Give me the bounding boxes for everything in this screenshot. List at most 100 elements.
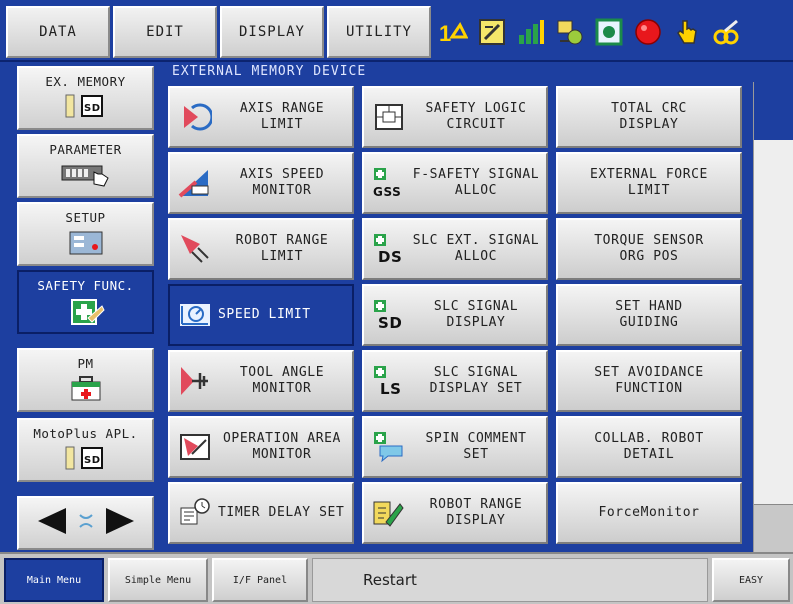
motoplus-apl-button[interactable]: MotoPlus APL. SD	[17, 418, 154, 482]
sd-text: SD	[84, 103, 101, 114]
right-strip	[753, 82, 793, 552]
sd-card-icon: SD	[64, 94, 108, 121]
axis-speed-monitor-label: AXIS SPEED MONITOR	[239, 167, 325, 198]
arrow-right-icon[interactable]	[104, 506, 138, 540]
slc-ext-signal-alloc-label: SLC EXT. SIGNAL ALLOC	[412, 233, 540, 264]
simple-menu-button[interactable]: Simple Menu	[108, 558, 208, 602]
panel-title: EXTERNAL MEMORY DEVICE	[160, 62, 793, 82]
external-force-limit-label: EXTERNAL FORCE LIMIT	[590, 167, 708, 198]
tool-angle-monitor-button[interactable]: TOOL ANGLE MONITOR	[168, 350, 354, 412]
parameter-label: PARAMETER	[49, 142, 122, 157]
robot-range-display-label: ROBOT RANGE DISPLAY	[429, 497, 523, 528]
robot-range-display-icon	[372, 496, 406, 530]
sd-card-icon: SD	[64, 446, 108, 473]
tool-angle-icon	[178, 364, 212, 398]
first-aid-kit-icon	[66, 376, 106, 405]
play-mode-icon[interactable]	[594, 17, 624, 47]
set-hand-guiding-button[interactable]: SET HAND GUIDING	[556, 284, 742, 346]
total-crc-display-button[interactable]: TOTAL CRC DISPLAY	[556, 86, 742, 148]
left-navigation: EX. MEMORY SD PARAMETER SETUP SAFETY FUN…	[0, 62, 160, 552]
safety-logic-icon	[372, 100, 406, 134]
spin-comment-set-button[interactable]: SPIN COMMENT SET	[362, 416, 548, 478]
sd-signal-icon: SD	[372, 298, 406, 332]
arrow-left-icon[interactable]	[34, 506, 68, 540]
edit-menu-button[interactable]: EDIT	[113, 6, 217, 58]
parameter-icon	[60, 162, 112, 191]
main-panel: EXTERNAL MEMORY DEVICE AXIS RANGE LIMIT …	[160, 62, 793, 552]
external-force-limit-button[interactable]: EXTERNAL FORCE LIMIT	[556, 152, 742, 214]
safety-func-label: SAFETY FUNC.	[37, 278, 134, 293]
motoplus-label: MotoPlus APL.	[33, 426, 138, 441]
ds-text: DS	[378, 248, 402, 266]
restart-message: Restart	[312, 558, 708, 602]
status-bar: 1	[434, 6, 790, 58]
pm-button[interactable]: PM	[17, 348, 154, 412]
sd-text: SD	[84, 455, 101, 466]
svg-text:1: 1	[439, 21, 451, 46]
main-menu-button[interactable]: Main Menu	[4, 558, 104, 602]
comment-bubble-icon	[372, 430, 406, 464]
torque-sensor-org-pos-button[interactable]: TORQUE SENSOR ORG POS	[556, 218, 742, 280]
page-arrows	[17, 496, 154, 550]
operation-area-monitor-label: OPERATION AREA MONITOR	[223, 431, 341, 462]
robot-range-limit-button[interactable]: ROBOT RANGE LIMIT	[168, 218, 354, 280]
robot-range-display-button[interactable]: ROBOT RANGE DISPLAY	[362, 482, 548, 544]
utility-menu-button[interactable]: UTILITY	[327, 6, 431, 58]
safety-logic-circuit-label: SAFETY LOGIC CIRCUIT	[425, 101, 527, 132]
slc-signal-display-set-label: SLC SIGNAL DISPLAY SET	[429, 365, 523, 396]
timer-delay-set-label: TIMER DELAY SET	[218, 505, 345, 520]
set-avoidance-function-button[interactable]: SET AVOIDANCE FUNCTION	[556, 350, 742, 412]
gss-text: GSS	[373, 185, 401, 199]
torque-sensor-org-pos-label: TORQUE SENSOR ORG POS	[594, 233, 704, 264]
slc-ext-signal-alloc-button[interactable]: DS SLC EXT. SIGNAL ALLOC	[362, 218, 548, 280]
signal-bars-icon[interactable]	[516, 17, 546, 47]
ex-memory-button[interactable]: EX. MEMORY SD	[17, 66, 154, 130]
ds-icon: DS	[372, 232, 406, 266]
parameter-button[interactable]: PARAMETER	[17, 134, 154, 198]
safety-logic-circuit-button[interactable]: SAFETY LOGIC CIRCUIT	[362, 86, 548, 148]
operation-area-monitor-button[interactable]: OPERATION AREA MONITOR	[168, 416, 354, 478]
hand-touch-icon[interactable]	[672, 17, 702, 47]
robot-range-limit-label: ROBOT RANGE LIMIT	[235, 233, 329, 264]
sd-signal-text: SD	[378, 314, 402, 332]
top-menu-bar: DATA EDIT DISPLAY UTILITY 1	[0, 0, 793, 62]
key-security-icon[interactable]	[711, 17, 741, 47]
axis-range-limit-label: AXIS RANGE LIMIT	[239, 101, 325, 132]
collab-robot-detail-button[interactable]: COLLAB. ROBOT DETAIL	[556, 416, 742, 478]
coord-system-icon[interactable]: 1	[438, 17, 468, 47]
set-hand-guiding-label: SET HAND GUIDING	[615, 299, 683, 330]
gss-icon: GSS	[372, 166, 406, 200]
job-icon[interactable]	[555, 17, 585, 47]
speed-limit-label: SPEED LIMIT	[218, 307, 311, 322]
setup-button[interactable]: SETUP	[17, 202, 154, 266]
speed-limit-button[interactable]: SPEED LIMIT	[168, 284, 354, 346]
slc-signal-display-label: SLC SIGNAL DISPLAY	[433, 299, 519, 330]
ex-memory-label: EX. MEMORY	[45, 74, 126, 89]
robot-range-icon	[178, 232, 212, 266]
fsafety-signal-alloc-button[interactable]: GSS F-SAFETY SIGNAL ALLOC	[362, 152, 548, 214]
link-icon	[78, 511, 94, 535]
setup-icon	[66, 230, 106, 259]
slc-signal-display-set-button[interactable]: LS SLC SIGNAL DISPLAY SET	[362, 350, 548, 412]
spin-comment-set-label: SPIN COMMENT SET	[425, 431, 527, 462]
force-monitor-button[interactable]: ForceMonitor	[556, 482, 742, 544]
timer-delay-set-button[interactable]: TIMER DELAY SET	[168, 482, 354, 544]
data-menu-button[interactable]: DATA	[6, 6, 110, 58]
axis-range-icon	[178, 100, 212, 134]
servo-status-icon[interactable]	[633, 17, 663, 47]
safety-func-button[interactable]: SAFETY FUNC.	[17, 270, 154, 334]
easy-button[interactable]: EASY	[712, 558, 790, 602]
force-monitor-label: ForceMonitor	[598, 505, 700, 520]
speed-limit-icon	[178, 298, 212, 332]
timer-delay-icon	[178, 496, 212, 530]
setup-label: SETUP	[65, 210, 106, 225]
if-panel-button[interactable]: I/F Panel	[212, 558, 308, 602]
fsafety-signal-alloc-label: F-SAFETY SIGNAL ALLOC	[412, 167, 540, 198]
display-menu-button[interactable]: DISPLAY	[220, 6, 324, 58]
ls-text: LS	[380, 380, 402, 398]
slc-signal-display-button[interactable]: SD SLC SIGNAL DISPLAY	[362, 284, 548, 346]
axis-speed-monitor-button[interactable]: AXIS SPEED MONITOR	[168, 152, 354, 214]
operation-area-icon	[178, 430, 212, 464]
edit-mode-icon[interactable]	[477, 17, 507, 47]
axis-range-limit-button[interactable]: AXIS RANGE LIMIT	[168, 86, 354, 148]
